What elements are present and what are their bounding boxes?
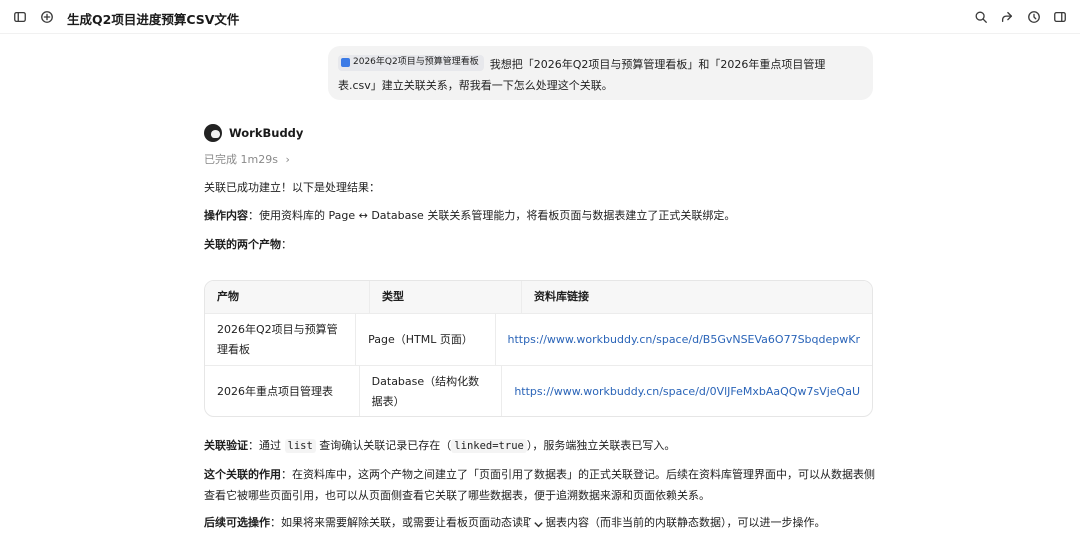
products-table: 产物 类型 资料库链接 2026年Q2项目与预算管理看板 Page（HTML 页… <box>204 280 873 417</box>
table-row: 2026年Q2项目与预算管理看板 Page（HTML 页面） https://w… <box>205 314 872 366</box>
avatar <box>204 124 222 142</box>
operation-paragraph: 操作内容：使用资料库的 Page ↔ Database 关联关系管理能力，将看板… <box>204 205 876 226</box>
inline-code-linked: linked=true <box>451 439 527 453</box>
document-icon <box>341 58 350 67</box>
verify-post: ），服务端独立关联表已写入。 <box>526 439 676 452</box>
user-message: 2026年Q2项目与预算管理看板 我想把「2026年Q2项目与预算管理看板」和「… <box>328 46 873 100</box>
top-bar: 生成Q2项目进度预算CSV文件 <box>0 0 1080 34</box>
panel-icon[interactable] <box>1052 9 1068 25</box>
column-header: 类型 <box>370 281 522 313</box>
assistant-name: WorkBuddy <box>229 126 304 140</box>
effect-label: 这个关联的作用 <box>204 468 281 481</box>
completion-status[interactable]: 已完成 1m29s › <box>204 151 290 167</box>
intro-text: 关联已成功建立！以下是处理结果： <box>204 181 380 194</box>
next-text: ：如果将来需要解除关联，或需要让看板页面动态读取数据表内容（而非当前的内联静态数… <box>270 516 826 529</box>
history-icon[interactable] <box>1026 9 1042 25</box>
verify-label: 关联验证 <box>204 439 248 452</box>
attachment-chip[interactable]: 2026年Q2项目与预算管理看板 <box>338 54 484 71</box>
library-link[interactable]: https://www.workbuddy.cn/space/d/0VlJFeM… <box>502 366 872 416</box>
table-header: 产物 类型 资料库链接 <box>205 281 872 314</box>
product-type: Page（HTML 页面） <box>356 314 496 365</box>
column-header: 产物 <box>205 281 370 313</box>
new-chat-icon[interactable] <box>39 9 55 25</box>
operation-label: 操作内容 <box>204 209 248 222</box>
library-link[interactable]: https://www.workbuddy.cn/space/d/B5GvNSE… <box>496 314 873 365</box>
verify-mid: 查询确认关联记录已存在（ <box>315 439 452 452</box>
chevron-down-icon <box>533 521 543 527</box>
effect-text: ：在资料库中，这两个产物之间建立了「页面引用了数据表」的正式关联登记。后续在资料… <box>204 468 875 502</box>
column-header: 资料库链接 <box>534 290 589 303</box>
share-icon[interactable] <box>999 9 1015 25</box>
product-type: Database（结构化数据表） <box>360 366 503 416</box>
assistant-header: WorkBuddy <box>204 124 303 142</box>
attachment-label: 2026年Q2项目与预算管理看板 <box>353 57 479 67</box>
products-heading: 关联的两个产物： <box>204 234 876 255</box>
search-icon[interactable] <box>973 9 989 25</box>
sidebar-toggle-icon[interactable] <box>12 9 28 25</box>
products-label: 关联的两个产物 <box>204 238 281 251</box>
product-name: 2026年Q2项目与预算管理看板 <box>205 314 357 365</box>
verify-paragraph: 关联验证：通过 list 查询确认关联记录已存在（ linked=true ），服务… <box>204 435 876 457</box>
page-title: 生成Q2项目进度预算CSV文件 <box>67 12 240 27</box>
next-label: 后续可选操作 <box>204 516 270 529</box>
inline-code-list: list <box>284 439 316 453</box>
product-name: 2026年重点项目管理表 <box>205 366 360 416</box>
table-row: 2026年重点项目管理表 Database（结构化数据表） https://ww… <box>205 366 872 416</box>
scroll-down-button[interactable] <box>529 515 547 533</box>
effect-paragraph: 这个关联的作用：在资料库中，这两个产物之间建立了「页面引用了数据表」的正式关联登… <box>204 464 876 506</box>
products-colon: ： <box>281 238 292 251</box>
status-text: 已完成 1m29s <box>204 153 278 166</box>
verify-pre: ：通过 <box>248 439 285 452</box>
operation-text: ：使用资料库的 Page ↔ Database 关联关系管理能力，将看板页面与数… <box>248 209 736 222</box>
chevron-right-icon: › <box>285 153 290 166</box>
